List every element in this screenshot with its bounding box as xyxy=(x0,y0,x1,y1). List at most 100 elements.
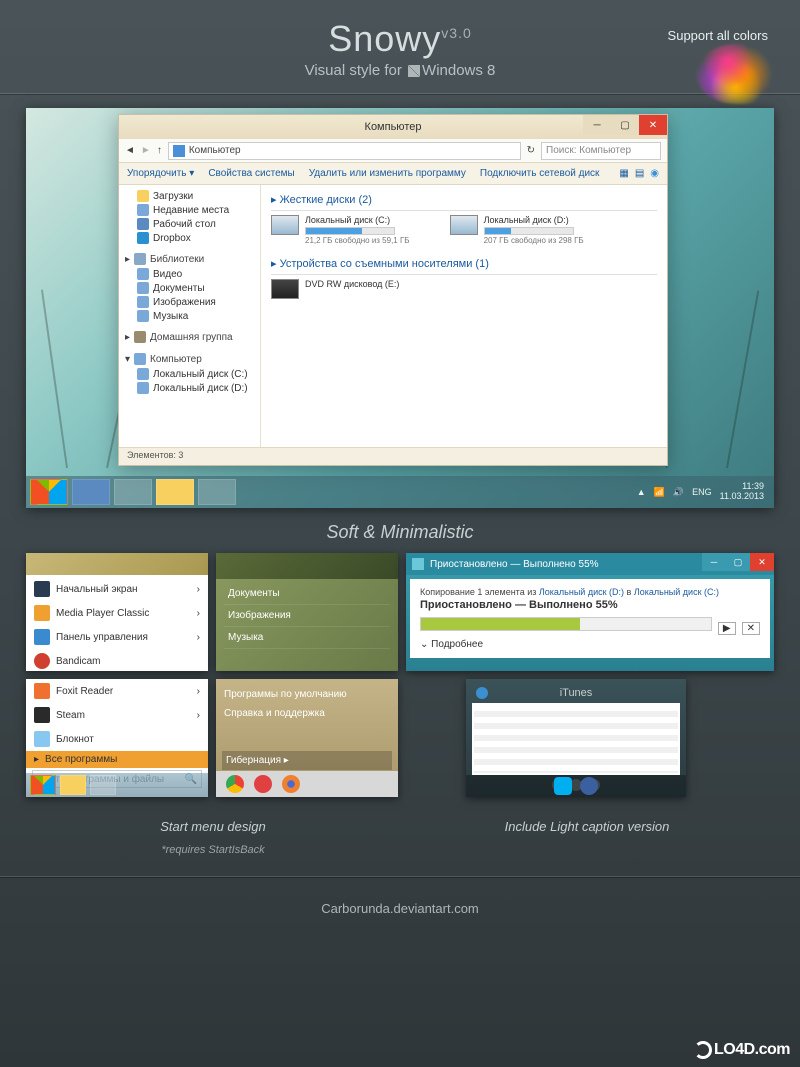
preview-startmenu-tan: Программы по умолчанию Справка и поддерж… xyxy=(216,679,398,797)
startmenu-header xyxy=(216,553,398,579)
sidebar-item[interactable]: Музыка xyxy=(119,309,260,323)
progress-bar xyxy=(420,617,712,631)
taskbar-clock[interactable]: 11:3911.03.2013 xyxy=(720,482,764,502)
dropbox-icon xyxy=(137,232,149,244)
startmenu-item[interactable]: Изображения xyxy=(224,605,390,627)
startmenu-item[interactable]: Bandicam xyxy=(26,649,208,671)
chrome-icon[interactable] xyxy=(226,775,244,793)
sidebar-item[interactable]: Рабочий стол xyxy=(119,217,260,231)
documents-icon xyxy=(137,282,149,294)
taskbar-app[interactable] xyxy=(90,775,116,795)
startmenu-header-bokeh xyxy=(26,553,208,575)
view-details-icon[interactable]: ▤ xyxy=(635,168,644,179)
startmenu-item[interactable]: Панель управления› xyxy=(26,625,208,649)
maximize-button[interactable]: ▢ xyxy=(611,115,639,135)
preview-itunes: iTunes xyxy=(466,679,686,797)
copy-titlebar[interactable]: Приостановлено — Выполнено 55% ─ ▢ ✕ xyxy=(406,553,774,575)
opera-icon[interactable] xyxy=(254,775,272,793)
taskbar-app[interactable] xyxy=(60,775,86,795)
start-screen-icon xyxy=(34,581,50,597)
search-input[interactable]: Поиск: Компьютер xyxy=(541,142,661,160)
view-tiles-icon[interactable]: ▦ xyxy=(619,168,628,179)
nav-back-icon[interactable]: ◄ xyxy=(125,145,135,156)
removable-section-header[interactable]: ▸ Устройства со съемными носителями (1) xyxy=(271,255,657,275)
start-button[interactable] xyxy=(30,479,68,505)
minimize-button[interactable]: ─ xyxy=(583,115,611,135)
startmenu-item[interactable]: Документы xyxy=(224,583,390,605)
video-icon xyxy=(137,268,149,280)
startmenu-item[interactable]: Foxit Reader› xyxy=(26,679,208,703)
all-programs[interactable]: ▸ Все программы xyxy=(26,751,208,768)
tray-volume-icon[interactable]: 🔊 xyxy=(673,487,684,498)
more-details[interactable]: ⌄ Подробнее xyxy=(420,639,760,650)
refresh-icon[interactable]: ↻ xyxy=(527,145,535,156)
tray-flag-icon[interactable]: ▲ xyxy=(637,487,646,497)
taskbar-app[interactable] xyxy=(72,479,110,505)
sidebar-item[interactable]: Локальный диск (D:) xyxy=(119,381,260,395)
itunes-titlebar[interactable]: iTunes xyxy=(472,685,680,703)
help-icon[interactable]: ◉ xyxy=(650,168,659,179)
hdd-section-header[interactable]: ▸ Жесткие диски (2) xyxy=(271,191,657,211)
startmenu-item[interactable]: Начальный экран› xyxy=(26,577,208,601)
desktop-icon xyxy=(137,218,149,230)
capacity-bar xyxy=(305,227,395,235)
tray-lang[interactable]: ENG xyxy=(692,487,712,497)
sidebar-libraries-head[interactable]: ▸ Библиотеки xyxy=(119,251,260,267)
tray-network-icon[interactable]: 📶 xyxy=(654,487,665,498)
sysprops-button[interactable]: Свойства системы xyxy=(208,168,294,179)
taskbar-app[interactable] xyxy=(114,479,152,505)
control-panel-icon xyxy=(34,629,50,645)
color-swirl-icon xyxy=(696,44,776,104)
sidebar-item[interactable]: Изображения xyxy=(119,295,260,309)
taskbar-app[interactable] xyxy=(198,479,236,505)
sidebar-homegroup[interactable]: ▸ Домашняя группа xyxy=(119,329,260,345)
explorer-window: Компьютер ─ ▢ ✕ ◄ ► ↑ Компьютер ↻ Поиск:… xyxy=(118,114,668,466)
startmenu-item[interactable]: Справка и поддержка xyxy=(222,704,392,723)
sidebar-item[interactable]: Локальный диск (C:) xyxy=(119,367,260,381)
hibernate-button[interactable]: Гибернация ▸ xyxy=(222,751,392,770)
footer-credit: Carborunda.deviantart.com xyxy=(0,901,800,916)
skype-icon[interactable] xyxy=(554,777,572,795)
address-bar[interactable]: Компьютер xyxy=(168,142,521,160)
cancel-button[interactable]: ✕ xyxy=(742,622,760,635)
startmenu-item[interactable]: Steam› xyxy=(26,703,208,727)
close-button[interactable]: ✕ xyxy=(750,553,774,571)
window-titlebar[interactable]: Компьютер ─ ▢ ✕ xyxy=(119,115,667,139)
nav-fwd-icon[interactable]: ► xyxy=(141,145,151,156)
status-bar: Элементов: 3 xyxy=(119,447,667,465)
organize-menu[interactable]: Упорядочить ▾ xyxy=(127,168,194,179)
startmenu-item[interactable]: Блокнот xyxy=(26,727,208,751)
itunes-dock-icon[interactable] xyxy=(580,777,598,795)
lo4d-watermark: LO4D.com xyxy=(694,1041,790,1059)
sidebar-item[interactable]: Документы xyxy=(119,281,260,295)
caption-start-req: *requires StartIsBack xyxy=(26,844,400,856)
firefox-icon[interactable] xyxy=(282,775,300,793)
nav-up-icon[interactable]: ↑ xyxy=(157,145,162,156)
netdrive-button[interactable]: Подключить сетевой диск xyxy=(480,168,600,179)
start-button[interactable] xyxy=(30,775,56,795)
computer-icon xyxy=(134,353,146,365)
preview-startmenu-bottom: Foxit Reader› Steam› Блокнот ▸ Все прогр… xyxy=(26,679,208,797)
steam-icon xyxy=(34,707,50,723)
play-button[interactable]: ▶ xyxy=(718,622,736,635)
drive-c[interactable]: Локальный диск (C:) 21,2 ГБ свободно из … xyxy=(271,215,410,245)
drive-d[interactable]: Локальный диск (D:) 207 ГБ свободно из 2… xyxy=(450,215,584,245)
preview-copy-dialog: Приостановлено — Выполнено 55% ─ ▢ ✕ Коп… xyxy=(406,553,774,671)
dvd-icon xyxy=(271,279,299,299)
sidebar-item[interactable]: Недавние места xyxy=(119,203,260,217)
sidebar-item[interactable]: Видео xyxy=(119,267,260,281)
sidebar-item[interactable]: Загрузки xyxy=(119,189,260,203)
maximize-button[interactable]: ▢ xyxy=(726,553,750,571)
sidebar-item[interactable]: Dropbox xyxy=(119,231,260,245)
minimize-button[interactable]: ─ xyxy=(702,553,726,571)
drive-dvd[interactable]: DVD RW дисковод (E:) xyxy=(271,279,399,299)
taskbar-app[interactable] xyxy=(156,479,194,505)
close-button[interactable]: ✕ xyxy=(639,115,667,135)
startmenu-item[interactable]: Музыка xyxy=(224,627,390,649)
startmenu-item[interactable]: Media Player Classic› xyxy=(26,601,208,625)
sidebar-computer[interactable]: ▾ Компьютер xyxy=(119,351,260,367)
startmenu-item[interactable]: Программы по умолчанию xyxy=(222,685,392,704)
uninstall-button[interactable]: Удалить или изменить программу xyxy=(309,168,466,179)
windows-logo-icon xyxy=(408,65,420,77)
bandicam-icon xyxy=(34,653,50,669)
